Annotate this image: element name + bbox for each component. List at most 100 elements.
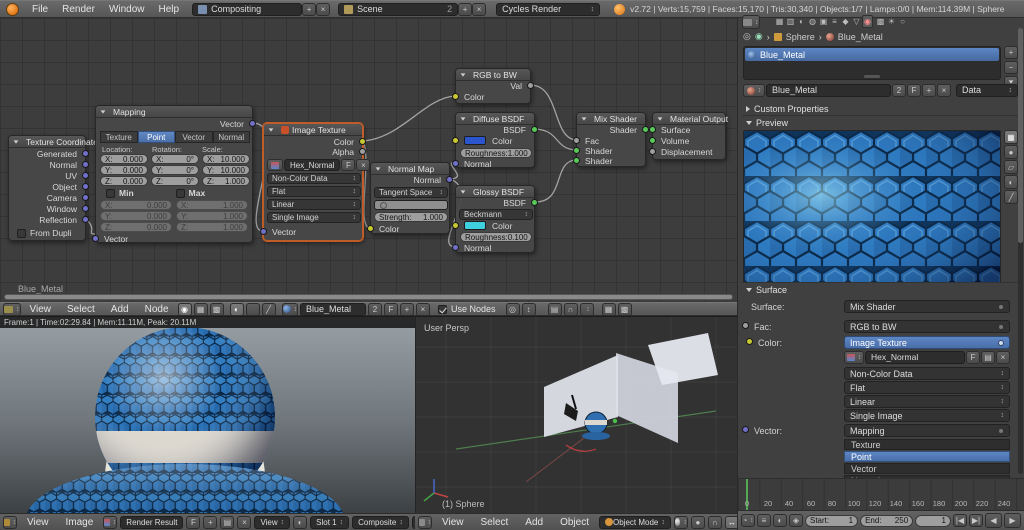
- preview-monkey-button[interactable]: ◐: [1004, 175, 1018, 189]
- min-z[interactable]: Z: 0.000: [100, 222, 172, 232]
- socket-shader-out[interactable]: [642, 126, 649, 133]
- tab-object-data[interactable]: ▽: [851, 15, 862, 28]
- tab-object[interactable]: ▣: [818, 15, 829, 28]
- snap-button[interactable]: ∩: [563, 302, 578, 316]
- mapping-option-point[interactable]: Point: [844, 451, 1010, 462]
- scene-add-button[interactable]: +: [458, 2, 473, 16]
- editor-type-button[interactable]: ↕: [418, 515, 432, 529]
- texture-nodes-button[interactable]: ▩: [209, 302, 224, 316]
- material-name-field[interactable]: Blue_Metal: [300, 302, 366, 316]
- layout-delete-button[interactable]: ×: [316, 2, 331, 16]
- glossy-color-swatch[interactable]: [464, 221, 486, 230]
- preview-cube-button[interactable]: ▱: [1004, 160, 1018, 174]
- lineart-button[interactable]: ╱: [261, 302, 276, 316]
- image-source-select[interactable]: Single Image ↕: [267, 212, 361, 223]
- use-nodes-checkbox[interactable]: Use Nodes: [438, 304, 496, 314]
- lock-button[interactable]: ◈: [789, 514, 803, 527]
- draw-channels-button[interactable]: ◐: [293, 515, 308, 529]
- location-y[interactable]: Y: 0.000: [100, 165, 148, 175]
- fake-user-button[interactable]: F: [341, 159, 356, 171]
- image-source-select[interactable]: Single Image ↕: [844, 409, 1010, 422]
- image-browse-button[interactable]: ↕: [844, 351, 864, 364]
- tab-scene[interactable]: ◐: [796, 15, 807, 28]
- menu-select[interactable]: Select: [60, 304, 102, 315]
- tab-normal[interactable]: Normal: [212, 131, 250, 143]
- location-z[interactable]: Z: 0.000: [100, 176, 148, 186]
- location-x[interactable]: X: 0.000: [100, 154, 148, 164]
- copy-button[interactable]: ▦: [601, 302, 616, 316]
- paste-button[interactable]: ▩: [617, 302, 632, 316]
- distribution-select[interactable]: Beckmann ↕: [459, 209, 533, 220]
- space-select[interactable]: Tangent Space ↕: [374, 187, 448, 198]
- menu-file[interactable]: File: [25, 4, 55, 15]
- jump-to-end-button[interactable]: ▶|: [969, 514, 983, 527]
- socket-shader2-in[interactable]: [573, 157, 580, 164]
- data-source-select[interactable]: Data ↕: [956, 84, 1018, 97]
- image-datablock-field[interactable]: Render Result: [120, 515, 184, 529]
- tab-texture[interactable]: Texture: [100, 131, 138, 143]
- socket-vector-out[interactable]: [249, 120, 256, 127]
- socket-normal-out[interactable]: [446, 176, 453, 183]
- material-slot-list[interactable]: Blue_Metal: [743, 46, 1001, 80]
- editor-type-button[interactable]: ↕: [3, 302, 21, 316]
- node-header[interactable]: Diffuse BSDF: [456, 113, 534, 125]
- image-editor[interactable]: Frame:1 | Time:02:29.84 | Mem:11.11M, Pe…: [0, 316, 415, 530]
- horizontal-scrollbar[interactable]: [4, 294, 733, 300]
- fac-input-select[interactable]: RGB to BW: [844, 320, 1010, 333]
- viewport-3d[interactable]: User Persp (1) Sphere: [415, 316, 737, 513]
- unlink-material-button[interactable]: ×: [937, 84, 951, 97]
- node-header[interactable]: Mapping: [96, 106, 252, 118]
- collapse-icon[interactable]: [581, 116, 587, 121]
- uv-map-field[interactable]: [374, 200, 448, 210]
- users-count-button[interactable]: 2: [368, 302, 382, 316]
- image-browse-button[interactable]: [267, 159, 283, 171]
- socket-shader1-in[interactable]: [573, 147, 580, 154]
- unlink-material-button[interactable]: ×: [416, 302, 430, 316]
- layer-select[interactable]: Composite ↕: [352, 515, 409, 529]
- min-checkbox[interactable]: [106, 188, 115, 198]
- screen-layout-select[interactable]: Compositing: [192, 2, 303, 16]
- rotation-x[interactable]: X: 0°: [151, 154, 199, 164]
- scene-delete-button[interactable]: ×: [472, 2, 487, 16]
- socket-camera[interactable]: [82, 194, 89, 201]
- collapse-icon[interactable]: [375, 166, 381, 171]
- use-preview-range-button[interactable]: ◐: [773, 514, 787, 527]
- socket-fac-in[interactable]: [573, 137, 580, 144]
- jump-to-start-button[interactable]: |◀: [953, 514, 967, 527]
- editor-type-button[interactable]: ↕: [742, 15, 760, 29]
- surface-shader-select[interactable]: Mix Shader: [844, 300, 1010, 313]
- socket-volume-in[interactable]: [649, 137, 656, 144]
- fake-user-button[interactable]: F: [384, 302, 398, 316]
- frame-end-field[interactable]: End: 250: [860, 514, 914, 527]
- material-browse-button[interactable]: ↕: [281, 302, 298, 316]
- material-slot-active[interactable]: Blue_Metal: [745, 48, 999, 61]
- node-header[interactable]: RGB to BW: [456, 69, 530, 81]
- material-name-field[interactable]: Blue_Metal: [766, 84, 891, 97]
- menu-add[interactable]: Add: [518, 517, 550, 528]
- tab-vector[interactable]: Vector: [175, 131, 213, 143]
- node-normal-map[interactable]: Normal Map Normal Tangent Space ↕ Strengt…: [367, 162, 453, 234]
- socket-val-out[interactable]: [527, 82, 534, 89]
- roughness-slider[interactable]: Roughness: 0.100: [460, 232, 532, 242]
- socket-normal-in[interactable]: [452, 244, 459, 251]
- menu-node[interactable]: Node: [138, 304, 176, 315]
- users-count-button[interactable]: 2: [892, 84, 906, 97]
- pin-button[interactable]: ◎: [505, 302, 520, 316]
- play-button[interactable]: ▶: [1004, 513, 1021, 528]
- menu-select[interactable]: Select: [474, 517, 516, 528]
- mapping-option-texture[interactable]: Texture: [844, 439, 1010, 450]
- preview-sphere-button[interactable]: ●: [1004, 145, 1018, 159]
- color-input-select[interactable]: Image Texture: [844, 336, 1010, 349]
- max-z[interactable]: Z: 1.000: [176, 222, 248, 232]
- node-image-texture[interactable]: Image Texture Color Alpha Hex_Normal F ×…: [260, 123, 371, 241]
- breadcrumb-material[interactable]: Blue_Metal: [838, 32, 883, 42]
- diffuse-color-swatch[interactable]: [464, 136, 486, 145]
- max-checkbox[interactable]: [175, 188, 185, 198]
- frame-start-field[interactable]: Start: 1: [805, 514, 859, 527]
- mode-select[interactable]: Object Mode ↕: [599, 515, 671, 529]
- open-image-button[interactable]: ▤: [220, 515, 235, 529]
- scale-y[interactable]: Y: 10.000: [202, 165, 250, 175]
- parent-node-button[interactable]: ↕: [521, 302, 536, 316]
- socket-color-out[interactable]: [359, 138, 366, 145]
- max-x[interactable]: X: 1.000: [176, 200, 248, 210]
